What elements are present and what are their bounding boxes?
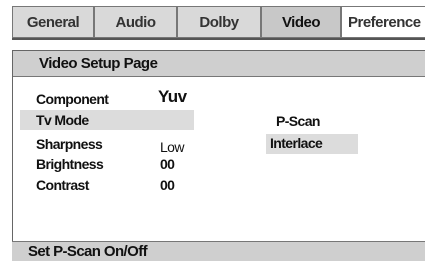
menu-item-brightness[interactable]: Brightness: [36, 156, 104, 172]
tab-audio[interactable]: Audio: [94, 6, 177, 38]
option-p-scan[interactable]: P-Scan: [276, 113, 320, 129]
option-interlace[interactable]: Interlace: [270, 135, 323, 151]
tab-bar: General Audio Dolby Video Preference: [12, 6, 425, 42]
component-value: Yuv: [158, 87, 187, 106]
menu-item-sharpness[interactable]: Sharpness: [36, 136, 103, 152]
sharpness-value: Low: [160, 139, 184, 155]
tab-divider: [12, 38, 425, 40]
menu-item-contrast[interactable]: Contrast: [36, 177, 89, 193]
tab-preference[interactable]: Preference: [341, 6, 425, 38]
tab-dolby[interactable]: Dolby: [177, 6, 261, 38]
status-text: Set P-Scan On/Off: [28, 243, 148, 260]
contrast-value: 00: [160, 177, 175, 193]
brightness-value: 00: [160, 156, 175, 172]
tab-video[interactable]: Video: [261, 6, 341, 38]
menu-item-tv-mode[interactable]: Tv Mode: [36, 112, 89, 128]
page-title: Video Setup Page: [13, 51, 425, 77]
status-bar: Set P-Scan On/Off: [12, 241, 425, 261]
menu-item-component[interactable]: Component: [36, 91, 109, 107]
tab-general[interactable]: General: [12, 6, 94, 38]
